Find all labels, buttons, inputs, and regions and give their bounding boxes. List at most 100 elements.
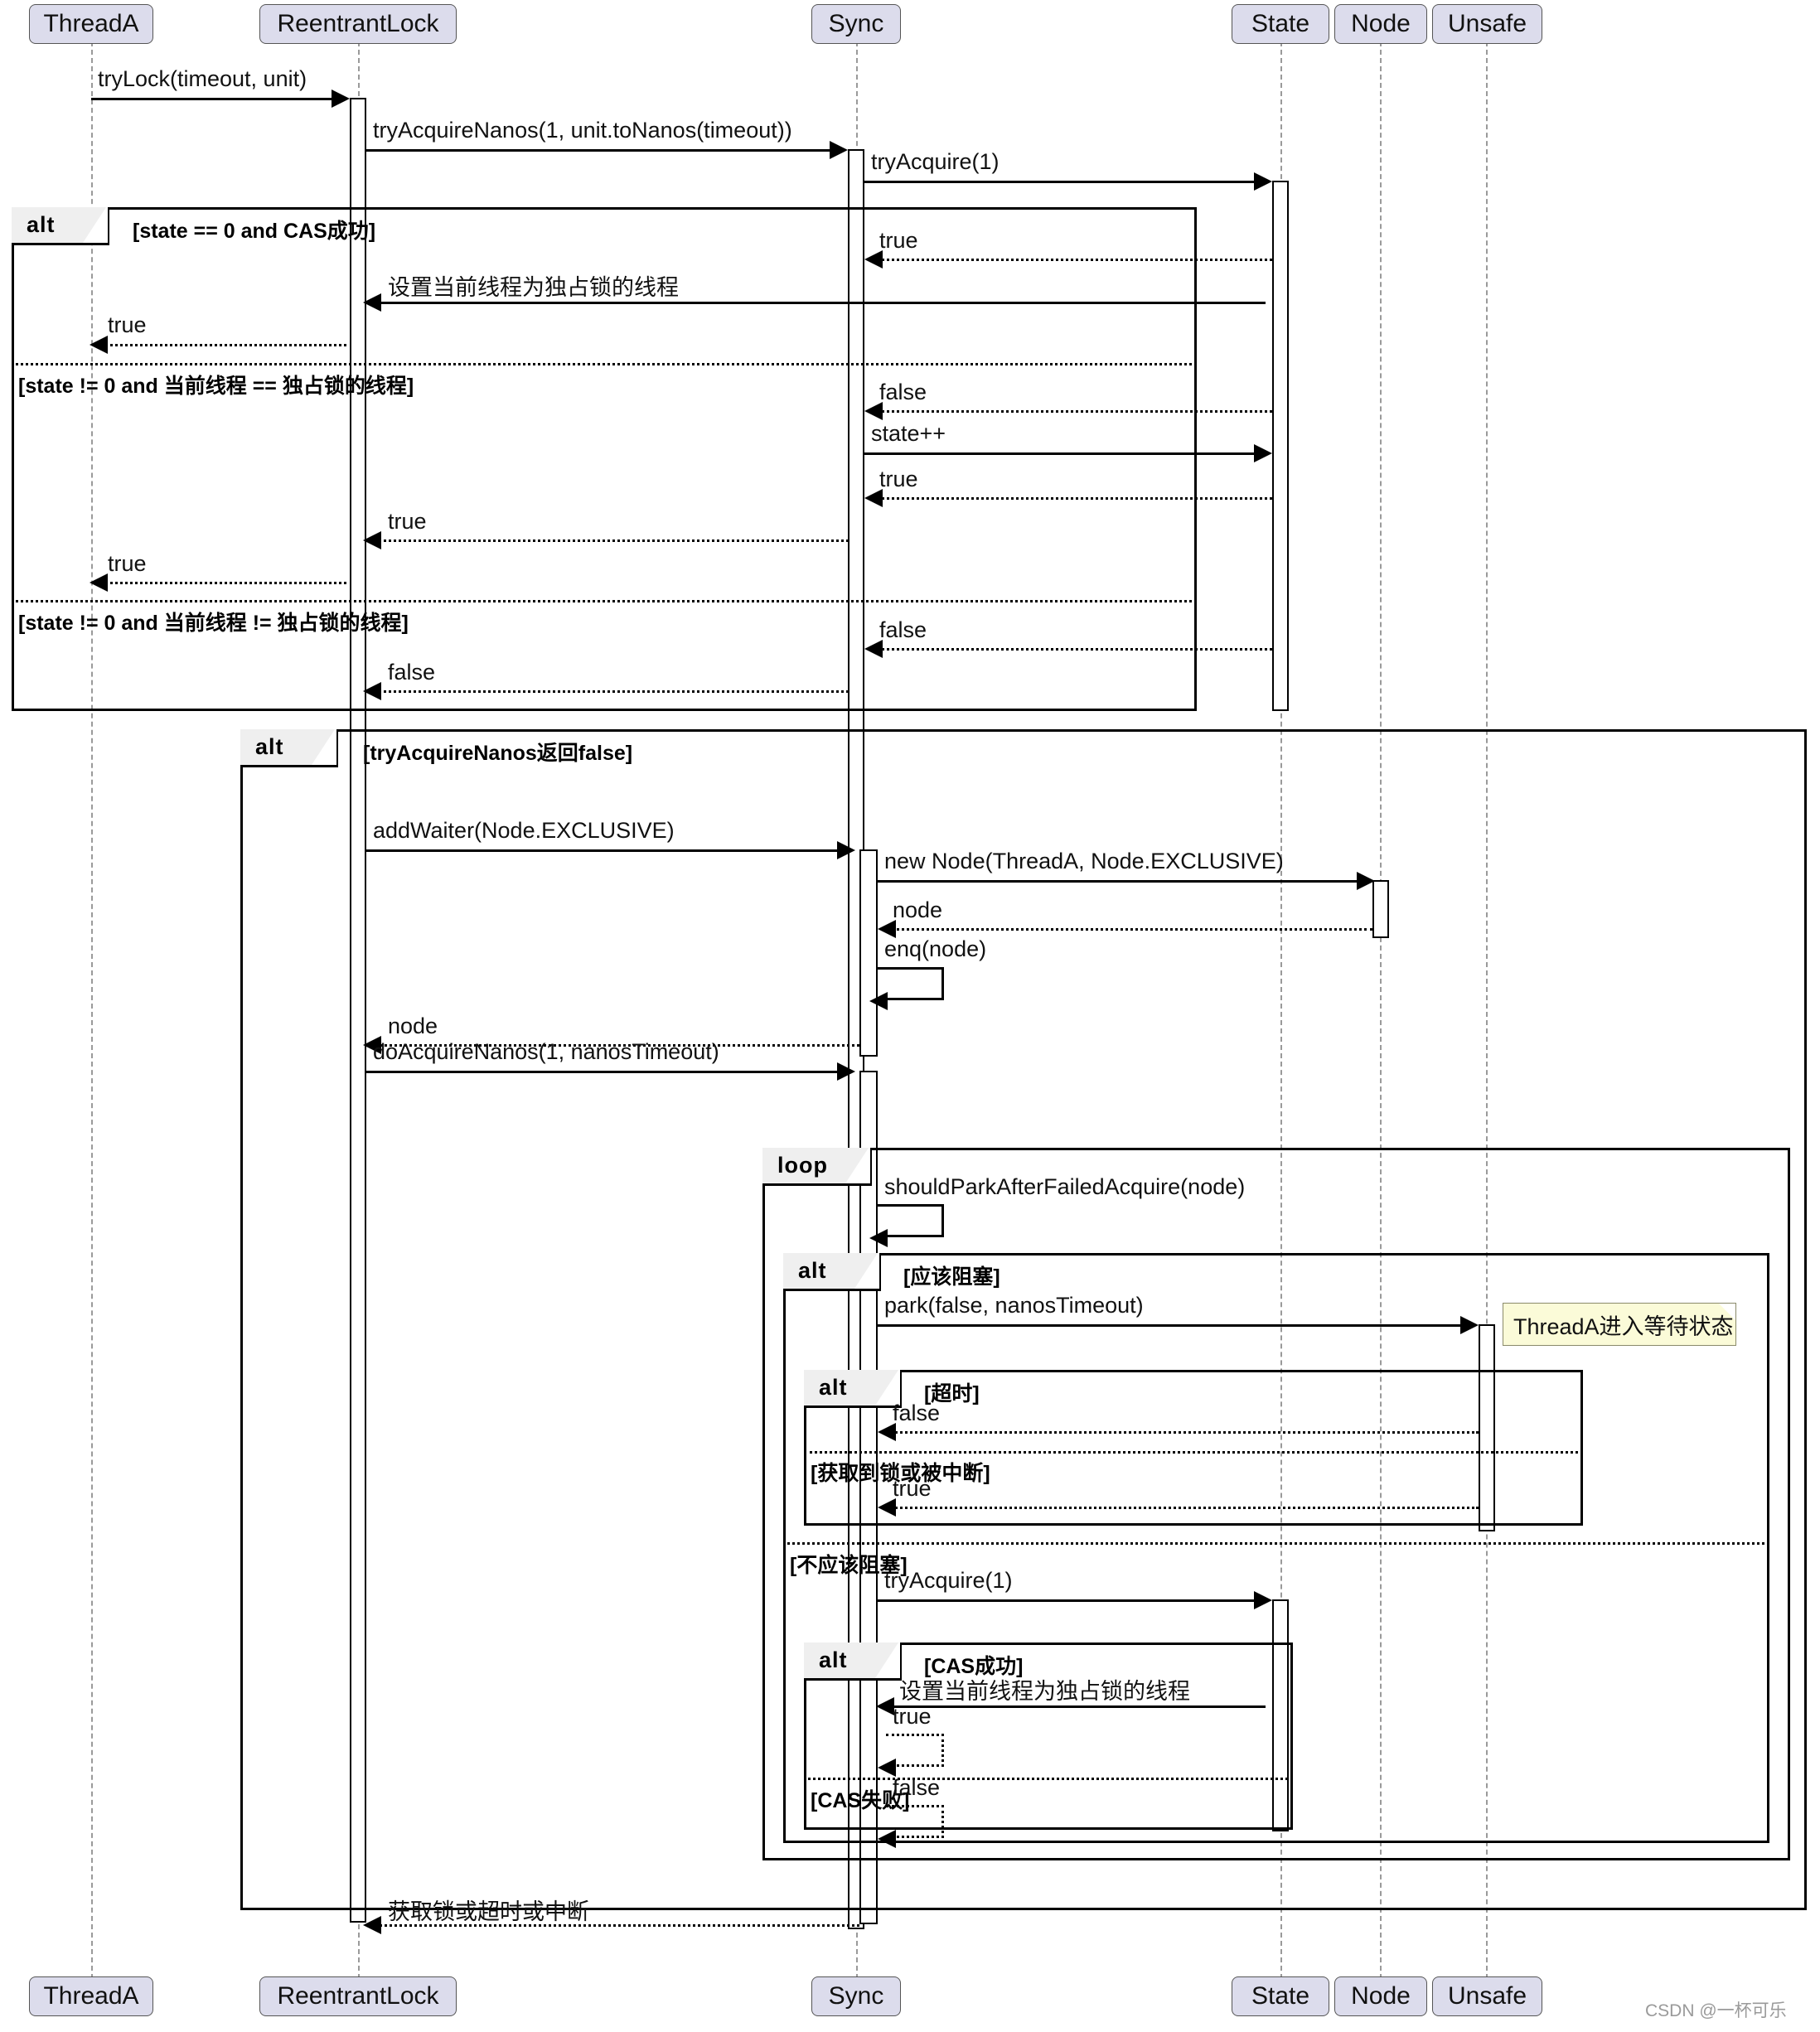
message-park-arrow <box>1460 1316 1479 1334</box>
fragment-alt1-divider-2 <box>12 600 1197 602</box>
participant-threadA-bottom[interactable]: ThreadA <box>29 1976 153 2016</box>
fragment-alt1-divider-1 <box>12 363 1197 365</box>
message-tryLock-line <box>91 98 340 100</box>
message-tryAcquire1b-label: tryAcquire(1) <box>884 1568 1013 1593</box>
participant-sync-top[interactable]: Sync <box>811 4 901 44</box>
message-true-state-a-line <box>873 259 1272 261</box>
message-setowner-b-label: 设置当前线程为独占锁的线程 <box>899 1679 1190 1704</box>
message-true-state-a-label: true <box>879 228 918 253</box>
fragment-alt4-divider-1 <box>804 1451 1583 1454</box>
participant-threadA-top[interactable]: ThreadA <box>29 4 153 44</box>
message-false-lock-c-label: false <box>388 660 436 685</box>
message-addWaiter-arrow <box>837 841 855 859</box>
participant-label: ReentrantLock <box>277 1982 439 2010</box>
message-true-acquired-label: true <box>893 1476 932 1501</box>
message-shouldPark-arrow <box>869 1229 888 1247</box>
participant-unsafe-bottom[interactable]: Unsafe <box>1432 1976 1542 2016</box>
message-false-timeout-label: false <box>893 1401 941 1425</box>
fragment-alt1-condition-3: [state != 0 and 当前线程 != 独占锁的线程] <box>18 612 409 635</box>
participant-label: State <box>1251 10 1310 37</box>
message-false-lock-c-arrow <box>363 682 381 700</box>
message-true-acquired-line <box>886 1507 1479 1509</box>
message-newNode-label: new Node(ThreadA, Node.EXCLUSIVE) <box>884 849 1284 873</box>
message-node-from-node-line <box>886 928 1372 931</box>
message-node-from-node-label: node <box>893 897 943 922</box>
message-node-to-lock-label: node <box>388 1014 438 1038</box>
watermark: CSDN @一杯可乐 <box>1645 2001 1787 2020</box>
participant-state-bottom[interactable]: State <box>1232 1976 1329 2016</box>
message-tryAcquire1a-arrow <box>1254 172 1272 191</box>
message-newNode-line <box>878 880 1368 883</box>
participant-reentrantLock-top[interactable]: ReentrantLock <box>259 4 457 44</box>
message-shouldPark-self <box>878 1204 944 1237</box>
participant-label: Node <box>1351 10 1411 37</box>
message-true-lock-b-arrow <box>363 531 381 549</box>
message-false-cas-label: false <box>893 1775 941 1800</box>
fragment-alt3-condition-1: [应该阻塞] <box>903 1265 1000 1289</box>
fragment-loop-keyword: loop <box>762 1145 872 1186</box>
fragment-alt2-condition-1: [tryAcquireNanos返回false] <box>363 742 633 765</box>
message-doAcquireNanos-arrow <box>837 1062 855 1081</box>
message-doAcquireNanos-label: doAcquireNanos(1, nanosTimeout) <box>373 1039 719 1064</box>
participant-node-bottom[interactable]: Node <box>1334 1976 1427 2016</box>
fragment-alt1-condition-1: [state == 0 and CAS成功] <box>133 220 376 243</box>
participant-label: ThreadA <box>43 1982 139 2010</box>
participant-label: Unsafe <box>1447 1982 1527 2010</box>
message-false-state-b-line <box>873 410 1272 413</box>
message-tryLock-arrow <box>332 90 350 108</box>
message-true-thread-a-arrow <box>90 336 108 354</box>
message-tryAcquireNanos-label: tryAcquireNanos(1, unit.toNanos(timeout)… <box>373 118 792 143</box>
message-enq-arrow <box>869 992 888 1010</box>
message-tryAcquire1b-arrow <box>1254 1591 1272 1609</box>
message-false-cas-arrow <box>878 1830 896 1848</box>
message-true-thread-b-label: true <box>108 551 147 576</box>
participant-sync-bottom[interactable]: Sync <box>811 1976 901 2016</box>
fragment-alt3-divider-1 <box>783 1542 1769 1545</box>
message-true-cas-label: true <box>893 1704 932 1729</box>
sequence-diagram-canvas: ThreadA ReentrantLock Sync State Node Un… <box>0 0 1820 2032</box>
note-fold-corner <box>1719 1304 1735 1320</box>
message-final-return-label: 获取锁或超时或中断 <box>388 1899 589 1924</box>
participant-unsafe-top[interactable]: Unsafe <box>1432 4 1542 44</box>
note-text: ThreadA进入等待状态 <box>1513 1314 1734 1339</box>
message-false-timeout-line <box>886 1431 1479 1434</box>
message-addWaiter-line <box>366 849 845 852</box>
fragment-alt5-divider-1 <box>804 1778 1293 1780</box>
message-setowner-a-line <box>375 302 1266 304</box>
message-setowner-a-label: 设置当前线程为独占锁的线程 <box>388 275 679 300</box>
fragment-alt2-keyword: alt <box>240 727 338 767</box>
message-tryAcquireNanos-arrow <box>830 141 848 159</box>
message-true-state-b-label: true <box>879 467 918 491</box>
message-true-thread-b-arrow <box>90 573 108 592</box>
message-shouldPark-label: shouldParkAfterFailedAcquire(node) <box>884 1174 1246 1199</box>
message-final-return-arrow <box>363 1916 381 1934</box>
message-statePlusPlus-line <box>864 452 1266 455</box>
participant-node-top[interactable]: Node <box>1334 4 1427 44</box>
message-true-lock-b-line <box>375 539 849 542</box>
message-false-state-c-label: false <box>879 617 927 642</box>
participant-label: ThreadA <box>43 10 139 37</box>
fragment-alt5-keyword: alt <box>804 1640 902 1681</box>
message-statePlusPlus-arrow <box>1254 444 1272 462</box>
message-true-cas-arrow <box>878 1759 896 1777</box>
activation-state-1 <box>1272 181 1289 711</box>
message-newNode-arrow <box>1357 872 1375 890</box>
participant-label: Sync <box>828 10 884 37</box>
message-statePlusPlus-label: state++ <box>871 421 946 446</box>
participant-label: State <box>1251 1982 1310 2010</box>
message-enq-self <box>878 967 944 1000</box>
message-setowner-a-arrow <box>363 293 381 312</box>
participant-reentrantLock-bottom[interactable]: ReentrantLock <box>259 1976 457 2016</box>
message-true-state-b-line <box>873 497 1272 500</box>
participant-label: ReentrantLock <box>277 10 439 37</box>
participant-state-top[interactable]: State <box>1232 4 1329 44</box>
message-park-label: park(false, nanosTimeout) <box>884 1293 1144 1318</box>
participant-label: Node <box>1351 1982 1411 2010</box>
message-tryAcquire1a-line <box>864 181 1266 183</box>
message-true-thread-a-label: true <box>108 312 147 337</box>
message-true-lock-b-label: true <box>388 509 427 534</box>
message-doAcquireNanos-line <box>366 1071 845 1073</box>
message-enq-label: enq(node) <box>884 936 987 961</box>
message-true-thread-b-line <box>101 582 346 584</box>
message-park-line <box>878 1324 1473 1327</box>
